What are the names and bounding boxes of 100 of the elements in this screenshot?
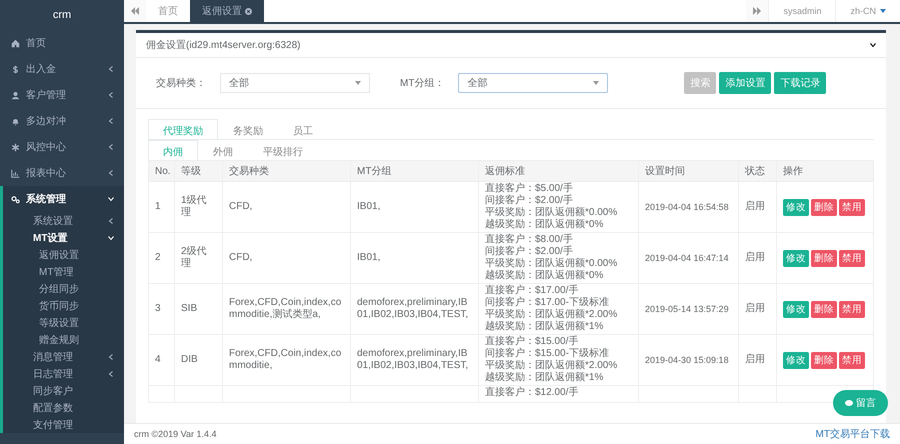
filter-label: MT分组： bbox=[400, 77, 444, 90]
sub-tab[interactable]: 外佣 bbox=[198, 140, 248, 160]
sidebar-item[interactable]: 系统设置 bbox=[3, 212, 124, 229]
sidebar-item[interactable]: MT管理 bbox=[3, 263, 124, 280]
chat-bubble-icon bbox=[845, 400, 853, 406]
action-button[interactable]: 添加设置 bbox=[719, 72, 772, 94]
row-action-button[interactable]: 修改 bbox=[783, 250, 809, 266]
sidebar-item[interactable]: 报表中心 bbox=[0, 160, 124, 186]
sidebar-item[interactable]: 同步客户 bbox=[3, 382, 124, 399]
sidebar-icon bbox=[11, 64, 20, 74]
caret-icon bbox=[355, 81, 361, 85]
sidebar-item[interactable]: 货币同步 bbox=[3, 297, 124, 314]
sidebar-icon bbox=[11, 168, 20, 178]
table-cell: 2019-04-04 16:47:14 bbox=[638, 232, 738, 284]
chevron-icon bbox=[108, 354, 114, 360]
sidebar-item[interactable]: MT设置 bbox=[3, 229, 124, 246]
table-cell: DIB bbox=[174, 334, 222, 386]
sub-tab[interactable]: 内佣 bbox=[148, 140, 198, 160]
sidebar-icon bbox=[11, 38, 20, 48]
table-cell: 启用 bbox=[738, 232, 776, 284]
sidebar-item[interactable]: 返佣设置 bbox=[3, 246, 124, 263]
row-action-button[interactable]: 删除 bbox=[811, 352, 837, 368]
brand-title: crm bbox=[52, 8, 72, 23]
row-action-button[interactable]: 删除 bbox=[811, 198, 837, 216]
chevron-icon bbox=[108, 234, 114, 240]
row-action-button[interactable]: 禁用 bbox=[839, 250, 865, 266]
category-tab[interactable]: 务奖励 bbox=[218, 119, 278, 139]
table-cell: 2019-04-30 15:09:18 bbox=[638, 334, 738, 386]
sidebar-item[interactable]: 等级设置 bbox=[3, 314, 124, 331]
filter-label: 交易种类： bbox=[156, 76, 206, 90]
download-link[interactable]: MT交易平台下载 bbox=[816, 427, 890, 441]
table-cell: 启用 bbox=[738, 182, 776, 232]
chevron-icon bbox=[108, 66, 114, 72]
message-button[interactable]: 留言 bbox=[833, 390, 888, 416]
sidebar-item[interactable]: 客户管理 bbox=[0, 82, 124, 108]
table-cell: Forex,CFD,Coin,index,commoditie, bbox=[222, 334, 350, 386]
column-header: MT分组 bbox=[350, 160, 478, 182]
row-action-button[interactable]: 修改 bbox=[783, 198, 809, 216]
action-button[interactable]: 下载记录 bbox=[774, 72, 826, 94]
table-cell: SIB bbox=[174, 284, 222, 334]
scroll-right-button[interactable] bbox=[746, 0, 768, 22]
user-name[interactable]: sysadmin bbox=[768, 0, 836, 22]
row-action-button[interactable]: 禁用 bbox=[839, 352, 865, 368]
sidebar-item[interactable]: 首页 bbox=[0, 30, 124, 56]
table-cell: CFD, bbox=[222, 232, 350, 284]
caret-icon bbox=[593, 81, 600, 85]
caret-icon bbox=[880, 9, 886, 13]
sub-tab[interactable]: 平级排行 bbox=[248, 140, 318, 160]
double-left-arrow-icon bbox=[131, 7, 139, 15]
chevron-icon bbox=[108, 370, 114, 376]
category-tab[interactable]: 代理奖励 bbox=[148, 119, 218, 139]
chevron-icon bbox=[108, 170, 114, 176]
category-tab[interactable]: 员工 bbox=[278, 119, 328, 139]
sidebar-item[interactable]: 消息管理 bbox=[3, 348, 124, 365]
chevron-icon bbox=[108, 118, 114, 124]
column-header: No. bbox=[148, 160, 174, 182]
column-header: 状态 bbox=[738, 160, 776, 182]
copyright-text: crm ©2019 Var 1.4.4 bbox=[134, 429, 217, 439]
sidebar-item[interactable]: 支付管理 bbox=[3, 416, 124, 433]
sidebar-item[interactable]: 分组同步 bbox=[3, 280, 124, 297]
row-action-button[interactable]: 禁用 bbox=[839, 300, 865, 318]
table-cell: demoforex,preliminary,IB01,IB02,IB03,IB04,TEST, bbox=[350, 334, 478, 386]
sidebar-icon bbox=[11, 90, 20, 100]
sidebar-item[interactable]: 配置参数 bbox=[3, 399, 124, 416]
table-cell: 1级代理 bbox=[174, 182, 222, 232]
row-action-button[interactable]: 修改 bbox=[783, 300, 809, 318]
select-field[interactable]: 全部 bbox=[220, 73, 370, 93]
close-icon[interactable] bbox=[245, 8, 252, 14]
table-cell: 直接客户：$17.00/手 间接客户：$17.00-下级标准 平级奖励：团队返佣额*2.00% 越级奖励：团队返佣额*1% bbox=[478, 284, 638, 334]
chevron-icon bbox=[108, 196, 114, 202]
row-action-button[interactable]: 禁用 bbox=[839, 198, 865, 216]
sidebar-icon bbox=[11, 194, 20, 204]
table-cell: 启用 bbox=[738, 284, 776, 334]
row-action-button[interactable]: 删除 bbox=[811, 250, 837, 266]
scroll-left-button[interactable] bbox=[124, 0, 146, 22]
row-action-button[interactable]: 修改 bbox=[783, 352, 809, 368]
sidebar-item[interactable]: 风控中心 bbox=[0, 134, 124, 160]
sidebar-item[interactable]: 多边对冲 bbox=[0, 108, 124, 134]
column-header: 设置时间 bbox=[638, 160, 738, 182]
table-cell: 4 bbox=[148, 334, 174, 386]
column-header: 等级 bbox=[174, 160, 222, 182]
language-menu[interactable]: zh-CN bbox=[835, 0, 900, 22]
sidebar-item[interactable]: 出入金 bbox=[0, 56, 124, 82]
page-tab[interactable]: 返佣设置 bbox=[190, 0, 264, 22]
table-cell: Forex,CFD,Coin,index,commoditie,测试类型a, bbox=[222, 284, 350, 334]
chevron-icon bbox=[108, 92, 114, 98]
select-field[interactable]: 全部 bbox=[458, 73, 608, 93]
chevron-icon bbox=[108, 218, 114, 224]
row-action-button[interactable]: 删除 bbox=[811, 300, 837, 318]
table-cell: 2 bbox=[148, 232, 174, 284]
table-cell: 2级代理 bbox=[174, 232, 222, 284]
table-cell: demoforex,preliminary,IB01,IB02,IB03,IB04,TEST, bbox=[350, 284, 478, 334]
double-right-arrow-icon bbox=[753, 7, 762, 15]
sidebar-item[interactable]: 赠金规则 bbox=[3, 331, 124, 348]
page-tab[interactable]: 首页 bbox=[146, 0, 190, 22]
sidebar-item[interactable]: 日志管理 bbox=[3, 365, 124, 382]
column-header: 操作 bbox=[776, 160, 874, 182]
table-cell: 直接客户：$5.00/手 间接客户：$2.00/手 平级奖励：团队返佣额*0.00% 越级奖励：团队返佣额*0% bbox=[478, 182, 638, 232]
table-cell: IB01, bbox=[350, 182, 478, 232]
chevron-icon bbox=[870, 42, 876, 48]
